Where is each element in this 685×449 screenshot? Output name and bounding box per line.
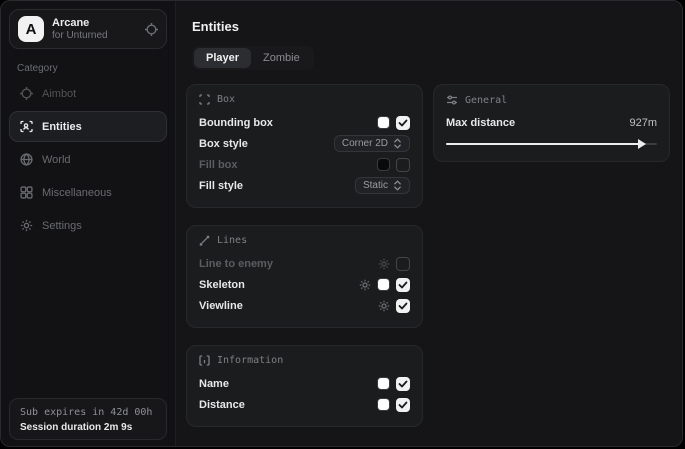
gear-icon[interactable] [378,300,390,312]
chevrons-up-down-icon [393,180,402,191]
setting-row-fill-style: Fill style Static [199,175,410,196]
category-label: Category [17,63,167,74]
grid-icon [20,186,33,199]
info-icon [199,355,210,366]
brand-card: A Arcane for Unturned [9,9,167,49]
color-swatch[interactable] [377,398,390,411]
sidebar-item-label: Settings [42,220,82,232]
setting-row-name: Name [199,373,410,394]
setting-row-bounding-box: Bounding box [199,112,410,133]
lines-card: Lines Line to enemy Skeleton [186,225,423,328]
app-subtitle: for Unturned [52,30,137,42]
sliders-icon [446,94,458,106]
sidebar-item-label: Miscellaneous [42,187,112,199]
setting-row-box-style: Box style Corner 2D [199,133,410,154]
color-swatch[interactable] [377,278,390,291]
app-window: A Arcane for Unturned Category Aimbot En… [0,0,683,447]
fill-style-select[interactable]: Static [355,177,410,194]
sidebar-item-label: Entities [42,121,82,133]
line-to-enemy-checkbox[interactable] [396,257,410,271]
sidebar-item-world[interactable]: World [9,144,167,175]
setting-row-line-to-enemy: Line to enemy [199,253,410,274]
slider-fill [446,143,640,145]
sub-expires-text: Sub expires in 42d 00h [20,407,156,418]
gear-icon[interactable] [378,258,390,270]
setting-row-max-distance: Max distance 927m [446,113,657,133]
sidebar-item-settings[interactable]: Settings [9,210,167,241]
sidebar-item-miscellaneous[interactable]: Miscellaneous [9,177,167,208]
session-duration-text: Session duration 2m 9s [20,422,156,433]
sidebar-nav: Aimbot Entities World Miscellaneous Sett… [9,78,167,243]
general-card: General Max distance 927m [433,84,670,162]
max-distance-value: 927m [629,117,657,129]
box-style-select[interactable]: Corner 2D [334,135,410,152]
tab-zombie[interactable]: Zombie [251,48,312,68]
distance-checkbox[interactable] [396,398,410,412]
bounding-box-checkbox[interactable] [396,116,410,130]
crosshair-icon[interactable] [145,23,158,36]
tab-player[interactable]: Player [194,48,251,68]
information-card: Information Name Distance [186,345,423,427]
globe-icon [20,153,33,166]
gear-icon[interactable] [359,279,371,291]
app-logo: A [18,16,44,42]
card-title: General [465,95,507,106]
slider-handle[interactable] [638,139,646,149]
chevrons-up-down-icon [393,138,402,149]
color-swatch[interactable] [377,377,390,390]
setting-row-viewline: Viewline [199,295,410,316]
card-title: Lines [217,235,247,246]
setting-row-skeleton: Skeleton [199,274,410,295]
sidebar-item-aimbot[interactable]: Aimbot [9,78,167,109]
line-icon [199,235,210,246]
entity-tabs: Player Zombie [192,46,314,70]
left-column: Box Bounding box Box style Corner 2D [186,84,423,427]
color-swatch[interactable] [377,158,390,171]
subscription-card: Sub expires in 42d 00h Session duration … [9,398,167,440]
sidebar-item-label: Aimbot [42,88,76,100]
setting-row-distance: Distance [199,394,410,415]
max-distance-slider[interactable] [446,138,657,150]
main-content: Entities Player Zombie Box Bounding box [176,1,682,446]
app-title: Arcane [52,17,137,30]
gear-icon [20,219,33,232]
name-checkbox[interactable] [396,377,410,391]
sidebar-item-label: World [42,154,71,166]
fill-box-checkbox[interactable] [396,158,410,172]
viewline-checkbox[interactable] [396,299,410,313]
box-card: Box Bounding box Box style Corner 2D [186,84,423,208]
scan-person-icon [20,120,33,133]
box-icon [199,94,210,105]
crosshair-icon [20,87,33,100]
sidebar-item-entities[interactable]: Entities [9,111,167,142]
sidebar: A Arcane for Unturned Category Aimbot En… [1,1,176,446]
setting-row-fill-box: Fill box [199,154,410,175]
color-swatch[interactable] [377,116,390,129]
right-column: General Max distance 927m [433,84,670,162]
card-title: Information [217,355,283,366]
skeleton-checkbox[interactable] [396,278,410,292]
card-title: Box [217,94,235,105]
page-title: Entities [192,19,670,34]
